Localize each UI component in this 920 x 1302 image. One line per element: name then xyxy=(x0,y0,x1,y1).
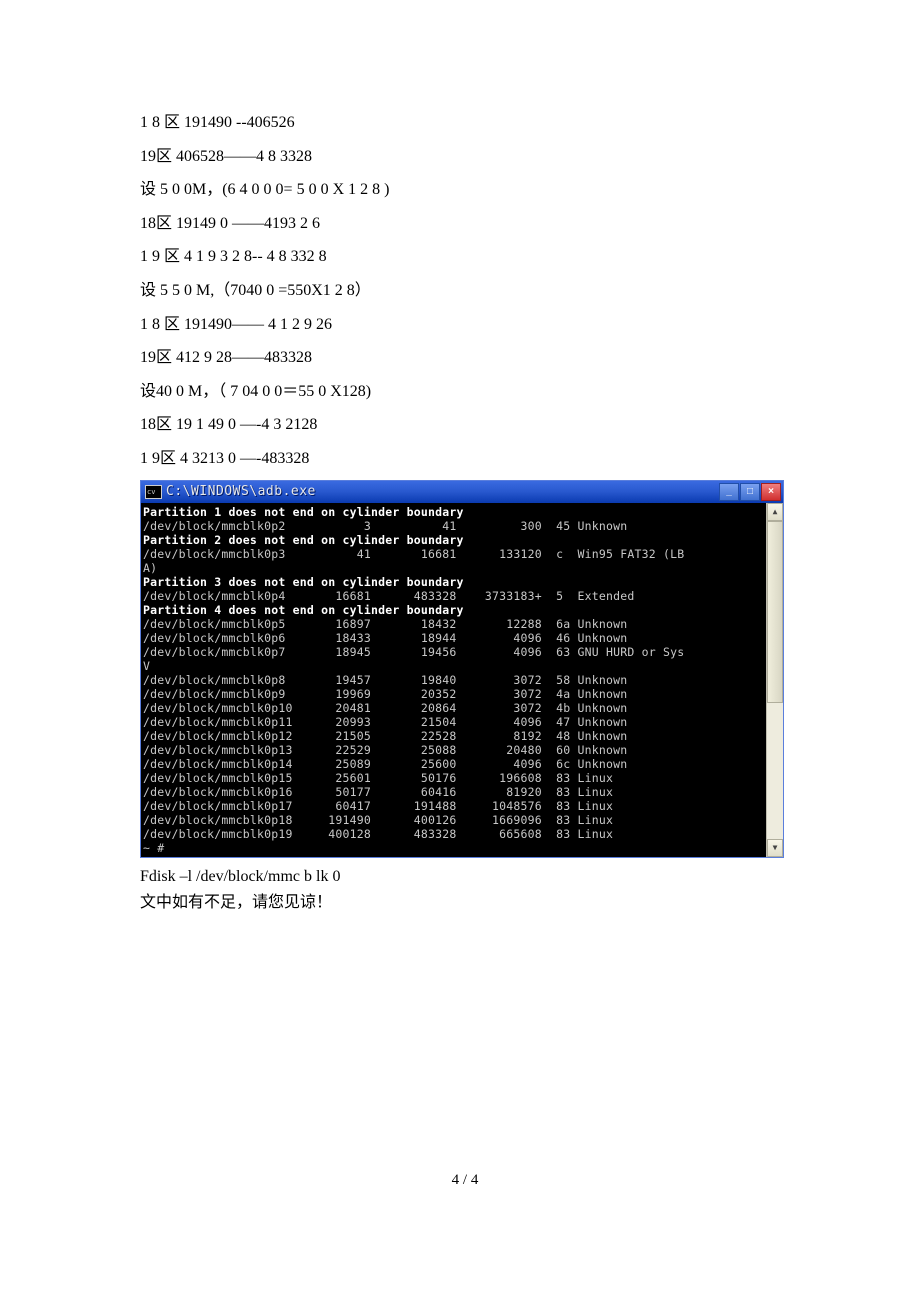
chevron-up-icon: ▲ xyxy=(773,507,778,516)
chevron-down-icon: ▼ xyxy=(773,843,778,852)
text-line: 1 8 区 191490 --406526 xyxy=(140,110,790,136)
text-line: 设40 0 M，（ 7 04 0 0＝55 0 X128) xyxy=(140,379,790,405)
maximize-button[interactable]: □ xyxy=(740,483,760,501)
text-line: Fdisk –l /dev/block/mmc b lk 0 xyxy=(140,868,790,886)
maximize-icon: □ xyxy=(747,486,753,497)
text-line: 19区 412 9 28——483328 xyxy=(140,345,790,371)
window-title: C:\WINDOWS\adb.exe xyxy=(166,484,316,499)
text-line: 1 9 区 4 1 9 3 2 8-- 4 8 332 8 xyxy=(140,244,790,270)
minimize-icon: _ xyxy=(726,486,732,497)
scroll-thumb[interactable] xyxy=(767,521,783,703)
text-line: 设 5 0 0M，(6 4 0 0 0= 5 0 0 X 1 2 8 ) xyxy=(140,177,790,203)
cmd-icon: cv xyxy=(145,485,162,499)
minimize-button[interactable]: _ xyxy=(719,483,739,501)
window-titlebar[interactable]: cv C:\WINDOWS\adb.exe _ □ × xyxy=(141,481,783,503)
text-line: 1 9区 4 3213 0 —-483328 xyxy=(140,446,790,472)
page-number: 4 / 4 xyxy=(140,1172,790,1189)
text-line: 18区 19149 0 ——4193 2 6 xyxy=(140,211,790,237)
scroll-track[interactable] xyxy=(767,521,783,839)
text-line: 文中如有不足，请您见谅！ xyxy=(140,888,790,912)
scroll-down-button[interactable]: ▼ xyxy=(767,839,783,857)
text-line: 1 8 区 191490—— 4 1 2 9 26 xyxy=(140,312,790,338)
close-icon: × xyxy=(768,486,774,497)
close-button[interactable]: × xyxy=(761,483,781,501)
terminal-window: cv C:\WINDOWS\adb.exe _ □ × Partition 1 … xyxy=(140,480,784,858)
document-after-text: Fdisk –l /dev/block/mmc b lk 0 文中如有不足，请您… xyxy=(140,868,790,912)
document-body-text: 1 8 区 191490 --406526 19区 406528——4 8 33… xyxy=(140,110,790,472)
scroll-up-button[interactable]: ▲ xyxy=(767,503,783,521)
text-line: 18区 19 1 49 0 —-4 3 2128 xyxy=(140,412,790,438)
scrollbar[interactable]: ▲ ▼ xyxy=(766,503,783,857)
text-line: 设 5 5 0 M,（7040 0 =550X1 2 8） xyxy=(140,278,790,304)
text-line: 19区 406528——4 8 3328 xyxy=(140,144,790,170)
terminal-output[interactable]: Partition 1 does not end on cylinder bou… xyxy=(141,503,766,857)
